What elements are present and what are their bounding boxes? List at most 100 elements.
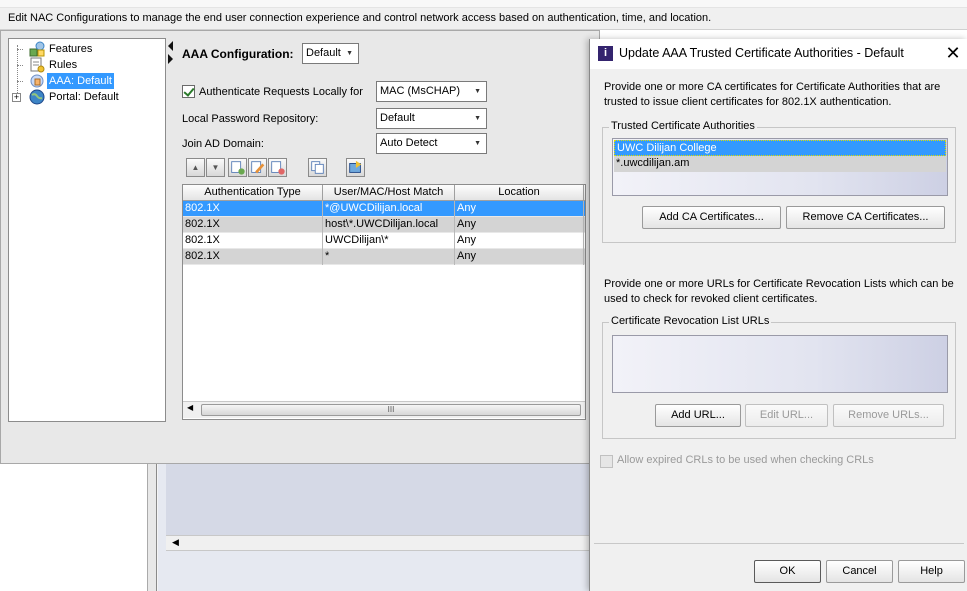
table-cell: 802.1X — [183, 233, 323, 249]
lower-horizontal-scrollbar[interactable]: ◀ — [166, 535, 600, 551]
table-cell: * — [323, 249, 455, 265]
tree-connector — [17, 81, 23, 82]
table-row[interactable]: 802.1X * Any L — [183, 249, 585, 265]
table-cell: Any — [455, 201, 584, 217]
add-ca-certificates-button[interactable]: Add CA Certificates... — [642, 206, 781, 229]
chevron-down-icon: ▼ — [346, 50, 353, 57]
crl-description: Provide one or more URLs for Certificate… — [604, 278, 954, 305]
tree-item-label: Features — [49, 43, 93, 55]
table-row[interactable]: 802.1X UWCDilijan\* Any L — [183, 233, 585, 249]
allow-expired-crls-checkbox[interactable] — [600, 455, 613, 468]
list-item[interactable]: *.uwcdilijan.am — [614, 156, 946, 172]
local-repo-value: Default — [380, 112, 415, 124]
help-button[interactable]: Help — [898, 560, 965, 583]
aaa-config-label: AAA Configuration: — [182, 47, 294, 61]
scroll-thumb[interactable]: III — [201, 404, 581, 416]
lower-splitter[interactable] — [148, 464, 157, 591]
splitter-arrows-icon[interactable] — [167, 40, 175, 70]
column-header[interactable]: User/MAC/Host Match — [323, 185, 455, 201]
join-ad-label: Join AD Domain: — [182, 138, 264, 150]
table-cell: L — [584, 217, 585, 233]
tree-connector — [17, 45, 18, 97]
delete-rule-icon[interactable] — [268, 158, 287, 177]
scroll-grip: III — [387, 405, 395, 414]
tree-item-label: AAA: Default — [47, 73, 114, 89]
aaa-config-value: Default — [306, 47, 341, 59]
tree-item-label: Rules — [49, 59, 78, 71]
column-header[interactable]: Location — [455, 185, 584, 201]
table-row[interactable]: 802.1X *@UWCDilijan.local Any L — [183, 201, 585, 217]
move-up-button[interactable]: ▲ — [186, 158, 205, 177]
auth-rules-table: Authentication Type User/MAC/Host Match … — [182, 184, 586, 420]
table-cell: UWCDilijan\* — [323, 233, 455, 249]
edit-url-button[interactable]: Edit URL... — [745, 404, 828, 427]
auth-local-value: MAC (MsCHAP) — [380, 85, 461, 97]
table-row[interactable]: 802.1X host\*.UWCDilijan.local Any L — [183, 217, 585, 233]
table-cell: host\*.UWCDilijan.local — [323, 217, 455, 233]
expand-plus-icon[interactable]: + — [12, 93, 21, 102]
import-icon[interactable] — [346, 158, 365, 177]
add-url-button[interactable]: Add URL... — [655, 404, 741, 427]
table-cell: L — [584, 249, 585, 265]
close-icon: ✕ — [945, 43, 961, 63]
crl-urls-list[interactable] — [612, 335, 948, 393]
lower-tree-panel — [0, 464, 148, 591]
add-rule-icon[interactable] — [228, 158, 247, 177]
aaa-icon — [30, 74, 44, 88]
table-cell: 802.1X — [183, 201, 323, 217]
column-header[interactable]: L — [584, 185, 585, 201]
grid-horizontal-scrollbar[interactable]: ◀ III — [183, 401, 585, 418]
table-cell: Any — [455, 233, 584, 249]
chevron-down-icon: ▼ — [474, 115, 481, 122]
move-down-button[interactable]: ▼ — [206, 158, 225, 177]
scroll-left-icon[interactable]: ◀ — [187, 403, 193, 412]
join-ad-value: Auto Detect — [380, 137, 438, 149]
local-repo-label: Local Password Repository: — [182, 113, 319, 125]
chevron-down-icon: ▼ — [474, 140, 481, 147]
cancel-button[interactable]: Cancel — [826, 560, 893, 583]
chevron-down-icon: ▼ — [474, 88, 481, 95]
dialog-separator — [594, 543, 964, 544]
auth-local-checkbox[interactable] — [182, 85, 195, 98]
trusted-ca-group: Trusted Certificate Authorities UWC Dili… — [602, 120, 956, 243]
remove-ca-certificates-button[interactable]: Remove CA Certificates... — [786, 206, 945, 229]
ok-button[interactable]: OK — [754, 560, 821, 583]
tree-connector — [17, 49, 23, 50]
features-icon — [29, 41, 45, 57]
remove-urls-button[interactable]: Remove URLs... — [833, 404, 944, 427]
table-cell: 802.1X — [183, 217, 323, 233]
portal-globe-icon — [29, 89, 45, 105]
app-icon: i — [598, 46, 613, 61]
join-ad-select[interactable]: Auto Detect ▼ — [376, 133, 487, 154]
auth-local-label: Authenticate Requests Locally for — [199, 86, 363, 98]
edit-rule-icon[interactable] — [248, 158, 267, 177]
crl-urls-group: Certificate Revocation List URLs Add URL… — [602, 315, 956, 439]
table-cell: *@UWCDilijan.local — [323, 201, 455, 217]
intro-text: Edit NAC Configurations to manage the en… — [8, 12, 712, 24]
nav-tree: Features Rules AAA: Default + Portal: De… — [8, 38, 166, 422]
trusted-ca-dialog: i Update AAA Trusted Certificate Authori… — [589, 39, 967, 591]
scroll-left-icon[interactable]: ◀ — [172, 537, 179, 548]
table-cell: 802.1X — [183, 249, 323, 265]
list-item[interactable]: UWC Dilijan College — [614, 140, 946, 156]
tree-connector — [17, 65, 23, 66]
allow-expired-crls-label: Allow expired CRLs to be used when check… — [617, 454, 874, 466]
dialog-title: Update AAA Trusted Certificate Authoriti… — [619, 46, 904, 60]
auth-local-select[interactable]: MAC (MsCHAP) ▼ — [376, 81, 487, 102]
trusted-ca-list[interactable]: UWC Dilijan College *.uwcdilijan.am — [612, 138, 948, 196]
local-repo-select[interactable]: Default ▼ — [376, 108, 487, 129]
trusted-ca-group-title: Trusted Certificate Authorities — [609, 120, 757, 132]
close-button[interactable]: ✕ — [942, 42, 964, 64]
copy-icon[interactable] — [308, 158, 327, 177]
ca-description: Provide one or more CA certificates for … — [604, 81, 941, 108]
rules-icon — [30, 57, 45, 73]
table-cell: L — [584, 233, 585, 249]
table-cell: Any — [455, 217, 584, 233]
aaa-config-select[interactable]: Default ▼ — [302, 43, 359, 64]
tree-item-label: Portal: Default — [49, 91, 119, 103]
crl-urls-group-title: Certificate Revocation List URLs — [609, 315, 772, 327]
column-header[interactable]: Authentication Type — [183, 185, 323, 201]
table-cell: L — [584, 201, 585, 217]
top-strip — [0, 0, 967, 8]
table-cell: Any — [455, 249, 584, 265]
